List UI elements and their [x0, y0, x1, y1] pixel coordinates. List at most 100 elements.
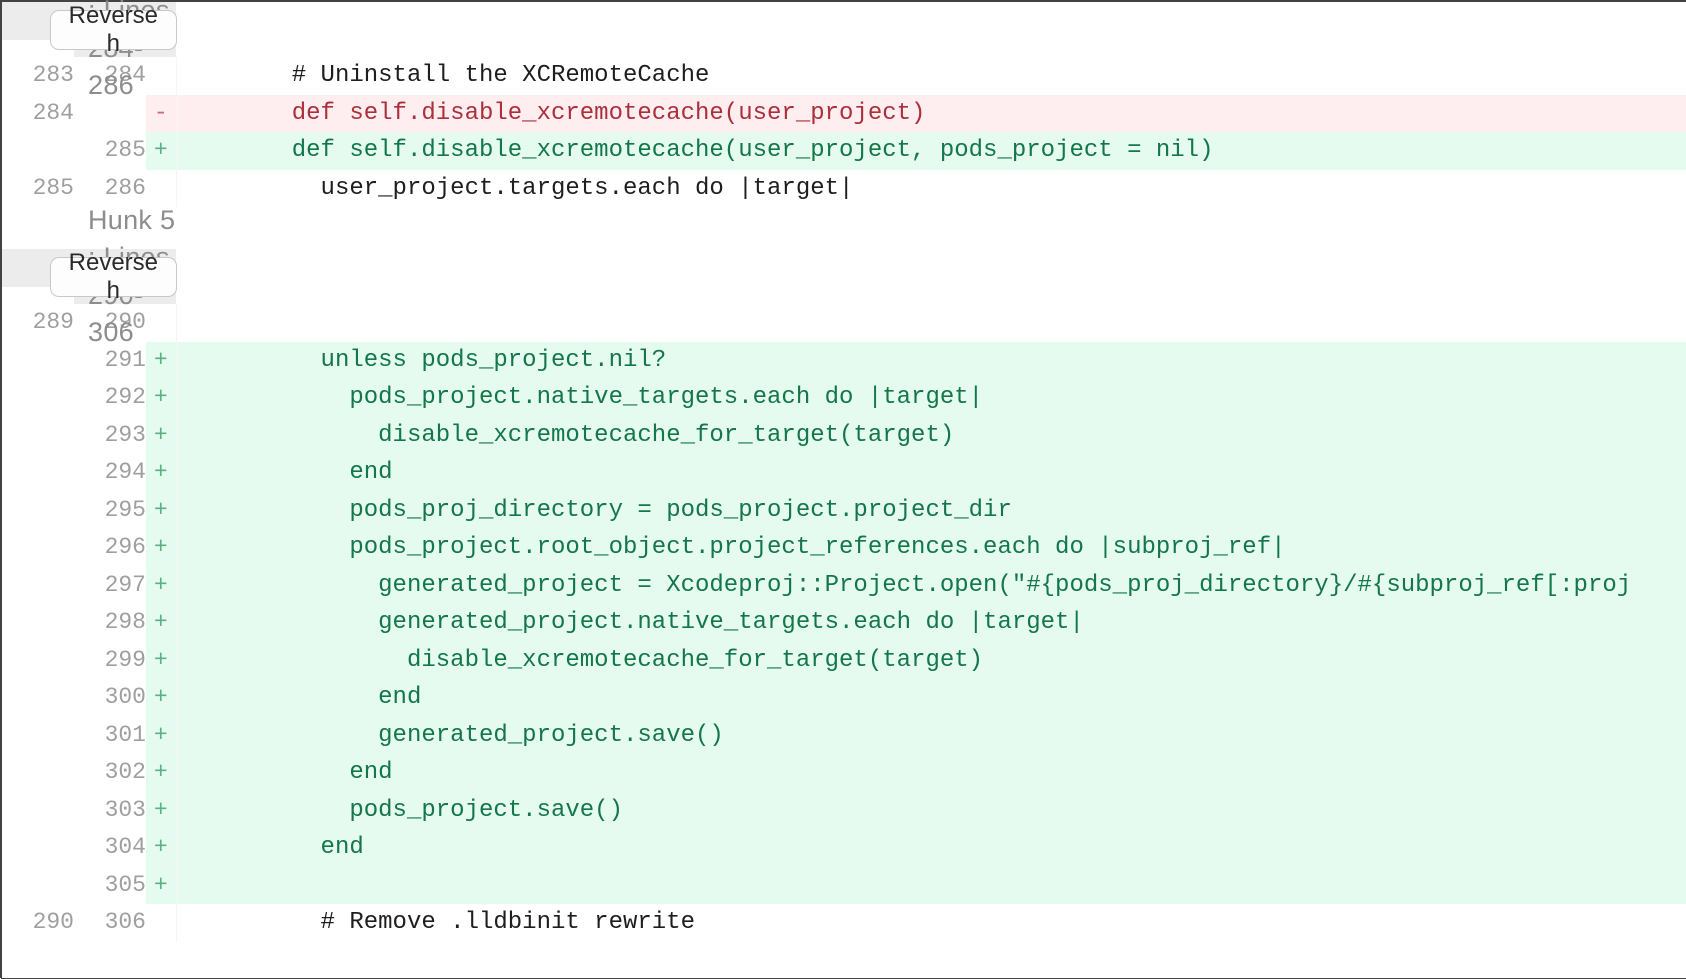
diff-code: def self.disable_xcremotecache(user_proj… — [176, 95, 1686, 133]
old-line-number — [2, 642, 74, 680]
diff-table: Hunk 4 : Lines 284-286 Reverse h 283284 … — [2, 2, 1686, 942]
old-line-number — [2, 417, 74, 455]
old-line-number: 283 — [2, 57, 74, 95]
diff-line[interactable]: 285286 user_project.targets.each do |tar… — [2, 170, 1686, 208]
old-line-number — [2, 529, 74, 567]
diff-line[interactable]: 293+ disable_xcremotecache_for_target(ta… — [2, 417, 1686, 455]
diff-code: end — [176, 754, 1686, 792]
diff-marker — [146, 904, 176, 942]
hunk-header-row: Hunk 4 : Lines 284-286 Reverse h — [2, 2, 1686, 57]
diff-code: pods_proj_directory = pods_project.proje… — [176, 492, 1686, 530]
diff-line[interactable]: 302+ end — [2, 754, 1686, 792]
old-line-number: 285 — [2, 170, 74, 208]
diff-line[interactable]: 283284 # Uninstall the XCRemoteCache — [2, 57, 1686, 95]
diff-code: pods_project.native_targets.each do |tar… — [176, 379, 1686, 417]
diff-code — [176, 304, 1686, 342]
new-line-number: 301 — [74, 717, 146, 755]
hunk-body: 289290291+ unless pods_project.nil?292+ … — [2, 304, 1686, 942]
old-line-number: 289 — [2, 304, 74, 342]
hunk-header: Hunk 5 : Lines 290-306 Reverse h — [74, 249, 176, 304]
diff-code: generated_project.save() — [176, 717, 1686, 755]
old-line-number — [2, 717, 74, 755]
diff-marker: + — [146, 604, 176, 642]
diff-line[interactable]: 303+ pods_project.save() — [2, 792, 1686, 830]
diff-line[interactable]: 290306 # Remove .lldbinit rewrite — [2, 904, 1686, 942]
hunk-spacer — [2, 207, 1686, 249]
hunk-header-row: Hunk 5 : Lines 290-306 Reverse h — [2, 249, 1686, 304]
old-line-number — [2, 604, 74, 642]
diff-code: def self.disable_xcremotecache(user_proj… — [176, 132, 1686, 170]
diff-line[interactable]: 296+ pods_project.root_object.project_re… — [2, 529, 1686, 567]
diff-marker: + — [146, 379, 176, 417]
new-line-number: 285 — [74, 132, 146, 170]
diff-code: end — [176, 679, 1686, 717]
diff-marker: + — [146, 529, 176, 567]
old-line-number — [2, 342, 74, 380]
new-line-number: 297 — [74, 567, 146, 605]
diff-line[interactable]: 300+ end — [2, 679, 1686, 717]
diff-line[interactable]: 299+ disable_xcremotecache_for_target(ta… — [2, 642, 1686, 680]
old-line-number — [2, 867, 74, 905]
diff-code: user_project.targets.each do |target| — [176, 170, 1686, 208]
diff-line[interactable]: 292+ pods_project.native_targets.each do… — [2, 379, 1686, 417]
diff-marker: + — [146, 642, 176, 680]
new-line-number: 305 — [74, 867, 146, 905]
diff-marker: + — [146, 492, 176, 530]
diff-code: generated_project.native_targets.each do… — [176, 604, 1686, 642]
new-line-number: 295 — [74, 492, 146, 530]
new-line-number: 299 — [74, 642, 146, 680]
diff-marker: + — [146, 679, 176, 717]
diff-line[interactable]: 289290 — [2, 304, 1686, 342]
new-line-number: 296 — [74, 529, 146, 567]
old-line-number — [2, 754, 74, 792]
diff-code: # Uninstall the XCRemoteCache — [176, 57, 1686, 95]
diff-marker: + — [146, 132, 176, 170]
diff-line[interactable]: 291+ unless pods_project.nil? — [2, 342, 1686, 380]
diff-code: disable_xcremotecache_for_target(target) — [176, 642, 1686, 680]
diff-code: # Remove .lldbinit rewrite — [176, 904, 1686, 942]
diff-line[interactable]: 297+ generated_project = Xcodeproj::Proj… — [2, 567, 1686, 605]
hunk-body: 283284 # Uninstall the XCRemoteCache284-… — [2, 57, 1686, 207]
diff-marker: + — [146, 417, 176, 455]
reverse-hunk-button[interactable]: Reverse h — [50, 10, 177, 50]
new-line-number: 300 — [74, 679, 146, 717]
diff-line[interactable]: 294+ end — [2, 454, 1686, 492]
diff-line[interactable]: 304+ end — [2, 829, 1686, 867]
old-line-number: 290 — [2, 904, 74, 942]
hunk-header: Hunk 4 : Lines 284-286 Reverse h — [74, 2, 176, 57]
old-line-number — [2, 679, 74, 717]
old-line-number: 284 — [2, 95, 74, 133]
old-line-number — [2, 454, 74, 492]
diff-code: pods_project.save() — [176, 792, 1686, 830]
reverse-hunk-button[interactable]: Reverse h — [50, 257, 177, 297]
diff-marker: + — [146, 792, 176, 830]
new-line-number: 292 — [74, 379, 146, 417]
new-line-number: 303 — [74, 792, 146, 830]
diff-line[interactable]: 284- def self.disable_xcremotecache(user… — [2, 95, 1686, 133]
diff-line[interactable]: 285+ def self.disable_xcremotecache(user… — [2, 132, 1686, 170]
new-line-number: 294 — [74, 454, 146, 492]
diff-line[interactable]: 305+ — [2, 867, 1686, 905]
diff-line[interactable]: 301+ generated_project.save() — [2, 717, 1686, 755]
diff-marker: + — [146, 717, 176, 755]
new-line-number: 302 — [74, 754, 146, 792]
reverse-hunk-label: Reverse h — [69, 2, 158, 58]
diff-marker: + — [146, 754, 176, 792]
diff-code: end — [176, 454, 1686, 492]
old-line-number — [2, 567, 74, 605]
reverse-hunk-label: Reverse h — [69, 249, 158, 305]
diff-marker: + — [146, 567, 176, 605]
diff-line[interactable]: 295+ pods_proj_directory = pods_project.… — [2, 492, 1686, 530]
diff-marker: + — [146, 454, 176, 492]
new-line-number: 293 — [74, 417, 146, 455]
old-line-number — [2, 379, 74, 417]
old-line-number — [2, 829, 74, 867]
diff-code: generated_project = Xcodeproj::Project.o… — [176, 567, 1686, 605]
diff-line[interactable]: 298+ generated_project.native_targets.ea… — [2, 604, 1686, 642]
diff-code: disable_xcremotecache_for_target(target) — [176, 417, 1686, 455]
old-line-number — [2, 132, 74, 170]
new-line-number: 304 — [74, 829, 146, 867]
diff-marker: + — [146, 829, 176, 867]
new-line-number: 306 — [74, 904, 146, 942]
old-line-number — [2, 792, 74, 830]
